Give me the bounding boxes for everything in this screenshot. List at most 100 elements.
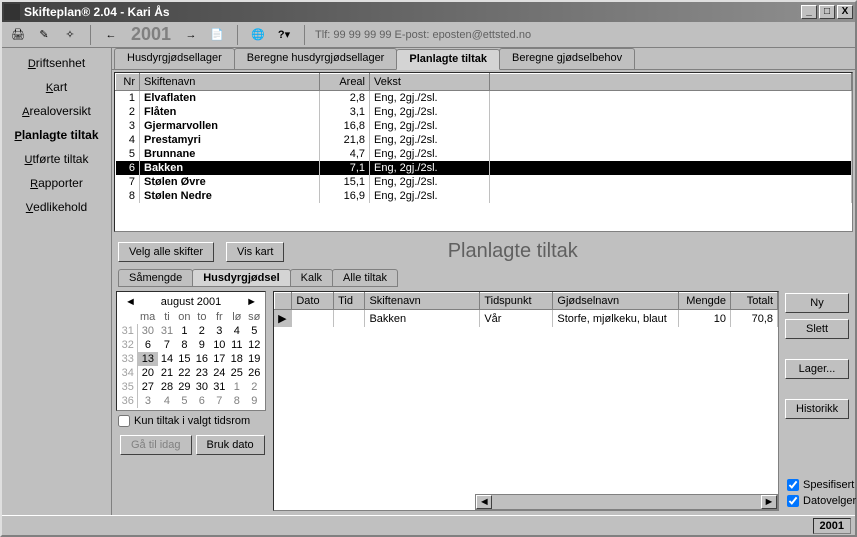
storage-button[interactable]: Lager... <box>785 359 849 379</box>
cal-day[interactable]: 8 <box>176 338 193 352</box>
document-icon[interactable]: 📄 <box>207 25 227 45</box>
col-totalt[interactable]: Totalt <box>730 293 777 310</box>
col-skiftenavn2[interactable]: Skiftenavn <box>365 293 480 310</box>
cal-day[interactable]: 2 <box>246 380 264 394</box>
scroll-left-button[interactable]: ◄ <box>476 495 492 509</box>
show-map-button[interactable]: Vis kart <box>226 242 284 262</box>
horizontal-scrollbar[interactable]: ◄ ► <box>475 494 778 510</box>
tab-1[interactable]: Beregne husdyrgjødsellager <box>234 48 398 69</box>
delete-button[interactable]: Slett <box>785 319 849 339</box>
cal-day[interactable]: 3 <box>211 324 228 338</box>
use-date-button[interactable]: Bruk dato <box>196 435 265 455</box>
tab-0[interactable]: Husdyrgjødsellager <box>114 48 235 69</box>
cal-day[interactable]: 3 <box>137 394 158 408</box>
detail-row[interactable]: ▶ Bakken Vår Storfe, mjølkeku, blaut 10 … <box>274 310 777 328</box>
cal-day[interactable]: 31 <box>158 324 175 338</box>
detail-grid[interactable]: Dato Tid Skiftenavn Tidspunkt Gjødselnav… <box>273 291 779 511</box>
cal-day[interactable]: 20 <box>137 366 158 380</box>
sidebar-item-4[interactable]: Utførte tiltak <box>25 152 89 166</box>
cal-day[interactable]: 15 <box>176 352 193 366</box>
subtab-2[interactable]: Kalk <box>290 269 333 287</box>
calendar[interactable]: ◄ august 2001 ► mationtofrløsø3130311234… <box>116 291 266 411</box>
table-row[interactable]: 3Gjermarvollen16,8Eng, 2gj./2sl. <box>116 119 852 133</box>
select-all-button[interactable]: Velg alle skifter <box>118 242 214 262</box>
cal-day[interactable]: 8 <box>228 394 245 408</box>
tab-3[interactable]: Beregne gjødselbehov <box>499 48 635 69</box>
cal-day[interactable]: 12 <box>246 338 264 352</box>
cal-day[interactable]: 9 <box>193 338 210 352</box>
close-button[interactable]: X <box>837 5 853 19</box>
subtab-1[interactable]: Husdyrgjødsel <box>192 269 290 287</box>
table-row[interactable]: 7Stølen Øvre15,1Eng, 2gj./2sl. <box>116 175 852 189</box>
cal-day[interactable]: 6 <box>193 394 210 408</box>
globe-icon[interactable]: 🌐 <box>248 25 268 45</box>
cal-day[interactable]: 4 <box>228 324 245 338</box>
table-row[interactable]: 1Elvaflaten2,8Eng, 2gj./2sl. <box>116 91 852 106</box>
cal-day[interactable]: 26 <box>246 366 264 380</box>
cal-day[interactable]: 21 <box>158 366 175 380</box>
col-nr[interactable]: Nr <box>116 74 140 91</box>
history-button[interactable]: Historikk <box>785 399 849 419</box>
col-skiftenavn[interactable]: Skiftenavn <box>140 74 320 91</box>
cal-day[interactable]: 31 <box>211 380 228 394</box>
cal-day[interactable]: 24 <box>211 366 228 380</box>
today-button[interactable]: Gå til idag <box>120 435 192 455</box>
wand-icon[interactable]: ✧ <box>60 25 80 45</box>
tidsrom-checkbox[interactable] <box>118 415 130 427</box>
cal-day[interactable]: 4 <box>158 394 175 408</box>
table-row[interactable]: 6Bakken7,1Eng, 2gj./2sl. <box>116 161 852 175</box>
cal-day[interactable]: 18 <box>228 352 245 366</box>
cal-day[interactable]: 17 <box>211 352 228 366</box>
cal-day[interactable]: 7 <box>211 394 228 408</box>
year-prev-button[interactable]: ← <box>101 25 121 45</box>
col-mengde[interactable]: Mengde <box>678 293 730 310</box>
col-gjodsel[interactable]: Gjødselnavn <box>553 293 678 310</box>
subtab-3[interactable]: Alle tiltak <box>332 269 398 287</box>
table-row[interactable]: 2Flåten3,1Eng, 2gj./2sl. <box>116 105 852 119</box>
col-dato[interactable]: Dato <box>292 293 334 310</box>
cal-day[interactable]: 14 <box>158 352 175 366</box>
sidebar-item-6[interactable]: Vedlikehold <box>26 200 87 214</box>
cal-day[interactable]: 10 <box>211 338 228 352</box>
tool-icon[interactable]: ✎ <box>34 25 54 45</box>
cal-day[interactable]: 1 <box>228 380 245 394</box>
cal-day[interactable]: 2 <box>193 324 210 338</box>
subtab-0[interactable]: Såmengde <box>118 269 193 287</box>
sidebar-item-1[interactable]: Kart <box>46 80 67 94</box>
cal-day[interactable]: 27 <box>137 380 158 394</box>
cal-day[interactable]: 11 <box>228 338 245 352</box>
cal-day[interactable]: 25 <box>228 366 245 380</box>
cal-day[interactable]: 19 <box>246 352 264 366</box>
cal-day[interactable]: 5 <box>176 394 193 408</box>
cal-day[interactable]: 9 <box>246 394 264 408</box>
cal-day[interactable]: 13 <box>137 352 158 366</box>
cal-day[interactable]: 5 <box>246 324 264 338</box>
table-row[interactable]: 5Brunnane4,7Eng, 2gj./2sl. <box>116 147 852 161</box>
minimize-button[interactable]: _ <box>801 5 817 19</box>
sidebar-item-2[interactable]: Arealoversikt <box>22 104 91 118</box>
cal-day[interactable]: 23 <box>193 366 210 380</box>
skifter-grid[interactable]: Nr Skiftenavn Areal Vekst 1Elvaflaten2,8… <box>114 72 853 232</box>
new-button[interactable]: Ny <box>785 293 849 313</box>
table-row[interactable]: 8Stølen Nedre16,9Eng, 2gj./2sl. <box>116 189 852 203</box>
tab-2[interactable]: Planlagte tiltak <box>396 49 500 70</box>
datovelger-checkbox[interactable] <box>787 495 799 507</box>
year-next-button[interactable]: → <box>181 25 201 45</box>
cal-day[interactable]: 22 <box>176 366 193 380</box>
cal-prev-button[interactable]: ◄ <box>121 296 140 308</box>
sidebar-item-3[interactable]: Planlagte tiltak <box>14 128 98 142</box>
sidebar-item-5[interactable]: Rapporter <box>30 176 83 190</box>
col-tidspunkt[interactable]: Tidspunkt <box>480 293 553 310</box>
cal-day[interactable]: 1 <box>176 324 193 338</box>
cal-day[interactable]: 30 <box>193 380 210 394</box>
cal-day[interactable]: 16 <box>193 352 210 366</box>
cal-next-button[interactable]: ► <box>242 296 261 308</box>
print-icon[interactable]: 🖨 <box>8 25 28 45</box>
sidebar-item-0[interactable]: Driftsenhet <box>28 56 85 70</box>
table-row[interactable]: 4Prestamyri21,8Eng, 2gj./2sl. <box>116 133 852 147</box>
help-icon[interactable]: ?▾ <box>274 25 294 45</box>
col-areal[interactable]: Areal <box>320 74 370 91</box>
scroll-right-button[interactable]: ► <box>761 495 777 509</box>
cal-day[interactable]: 30 <box>137 324 158 338</box>
spesifisert-checkbox[interactable] <box>787 479 799 491</box>
